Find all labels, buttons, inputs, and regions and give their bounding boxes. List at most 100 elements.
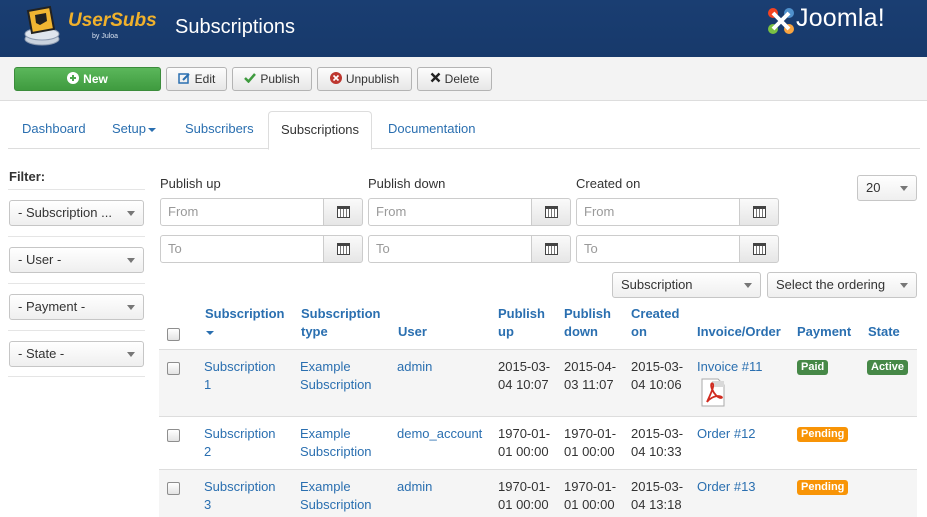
sort-field-select[interactable]: Subscription [612, 272, 761, 298]
column-header-subscription-label: Subscription [205, 306, 285, 321]
user-filter-select[interactable]: - User - [9, 247, 144, 273]
state-badge: Active [867, 360, 909, 375]
created-on-from-calendar-button[interactable] [739, 198, 779, 226]
row-checkbox[interactable] [167, 362, 180, 375]
user-link[interactable]: demo_account [397, 425, 482, 443]
publish-up-from-input[interactable]: From [160, 198, 324, 226]
tab-documentation-label: Documentation [388, 121, 476, 136]
publish-up-label: Publish up [160, 176, 221, 191]
delete-button[interactable]: Delete [417, 67, 492, 91]
divider [8, 283, 145, 284]
tab-dashboard[interactable]: Dashboard [10, 111, 98, 149]
publish-down-cell: 1970-01- 01 00:00 [564, 478, 616, 514]
publish-up-cell: 1970-01- 01 00:00 [498, 425, 550, 461]
publish-button[interactable]: Publish [232, 67, 312, 91]
publish-up-to-calendar-button[interactable] [323, 235, 363, 263]
column-header-invoice-order[interactable]: Invoice/Order [697, 323, 781, 341]
new-button[interactable]: New [14, 67, 161, 91]
calendar-icon [336, 243, 350, 255]
payment-filter-value: - Payment - [18, 299, 86, 314]
created-on-date: 2015-03- [631, 426, 684, 441]
order-link[interactable]: Order #13 [697, 478, 756, 496]
select-all-checkbox[interactable] [167, 328, 180, 341]
table-divider [159, 416, 917, 417]
subscription-type-line2: Subscription [300, 377, 372, 392]
column-header-publish-down[interactable]: Publish down [564, 305, 619, 341]
subscription-filter-select[interactable]: - Subscription ... [9, 200, 144, 226]
state-filter-select[interactable]: - State - [9, 341, 144, 367]
publish-up-cell: 1970-01- 01 00:00 [498, 478, 550, 514]
subscription-filter-value: - Subscription ... [18, 205, 112, 220]
user-link[interactable]: admin [397, 358, 432, 376]
close-icon [430, 72, 441, 86]
list-limit-value: 20 [866, 180, 881, 195]
tab-subscribers[interactable]: Subscribers [173, 111, 266, 149]
column-header-state[interactable]: State [868, 323, 900, 341]
column-header-subscription-type[interactable]: Subscription type [301, 305, 391, 341]
created-on-to-calendar-button[interactable] [739, 235, 779, 263]
subscription-type-link[interactable]: Example Subscription [300, 358, 372, 394]
subscription-type-link[interactable]: Example Subscription [300, 478, 372, 514]
delete-button-label: Delete [444, 72, 480, 86]
publish-down-cell: 1970-01- 01 00:00 [564, 425, 616, 461]
publish-up-to-input[interactable]: To [160, 235, 324, 263]
publish-up-date: 1970-01- [498, 426, 551, 441]
publish-down-time: 01 00:00 [564, 444, 615, 459]
row-checkbox[interactable] [167, 429, 180, 442]
column-header-payment[interactable]: Payment [797, 323, 851, 341]
column-header-subscription[interactable]: Subscription [205, 305, 284, 341]
tab-documentation[interactable]: Documentation [376, 111, 487, 149]
chevron-down-icon [900, 186, 908, 191]
list-limit-select[interactable]: 20 [857, 175, 917, 201]
column-header-created-on[interactable]: Created on [631, 305, 686, 341]
payment-filter-select[interactable]: - Payment - [9, 294, 144, 320]
subscription-type-line2: Subscription [300, 497, 372, 512]
publish-down-date: 2015-04- [564, 359, 617, 374]
pdf-icon[interactable] [700, 378, 726, 407]
publish-down-to-input[interactable]: To [368, 235, 532, 263]
subscription-name-line1: Subscription [204, 359, 276, 374]
subscription-name-line1: Subscription [204, 426, 276, 441]
edit-button[interactable]: Edit [166, 67, 227, 91]
created-on-cell: 2015-03- 04 10:33 [631, 425, 683, 461]
created-on-from-input[interactable]: From [576, 198, 740, 226]
publish-up-cell: 2015-03- 04 10:07 [498, 358, 550, 394]
payment-status-badge: Pending [797, 427, 849, 442]
subscription-type-line1: Example [300, 426, 351, 441]
publish-up-from-calendar-button[interactable] [323, 198, 363, 226]
column-header-publish-up[interactable]: Publish up [498, 305, 553, 341]
row-checkbox[interactable] [167, 482, 180, 495]
brand-name: UserSubs [68, 10, 157, 31]
subscription-link[interactable]: Subscription 2 [204, 425, 276, 461]
publish-down-cell: 2015-04- 03 11:07 [564, 358, 616, 394]
subscription-link[interactable]: Subscription 3 [204, 478, 276, 514]
ordering-select[interactable]: Select the ordering [767, 272, 917, 298]
unpublish-button-label: Unpublish [345, 72, 400, 86]
publish-down-from-calendar-button[interactable] [531, 198, 571, 226]
publish-down-date: 1970-01- [564, 426, 617, 441]
publish-down-to-calendar-button[interactable] [531, 235, 571, 263]
tab-dashboard-label: Dashboard [22, 121, 86, 136]
usersubs-logo-icon [24, 5, 60, 46]
chevron-down-icon [127, 305, 135, 310]
invoice-link[interactable]: Invoice #11 [697, 358, 763, 376]
sort-desc-icon [206, 330, 214, 335]
subscription-link[interactable]: Subscription 1 [204, 358, 276, 394]
order-link[interactable]: Order #12 [697, 425, 756, 443]
sort-field-value: Subscription [621, 277, 693, 292]
calendar-icon [544, 206, 558, 218]
created-on-time: 04 10:33 [631, 444, 682, 459]
user-link[interactable]: admin [397, 478, 432, 496]
unpublish-button[interactable]: Unpublish [317, 67, 412, 91]
publish-down-from-input[interactable]: From [368, 198, 532, 226]
page-title: Subscriptions [175, 16, 296, 38]
user-filter-value: - User - [18, 252, 62, 267]
ordering-value: Select the ordering [776, 277, 886, 292]
calendar-icon [752, 206, 766, 218]
created-on-to-input[interactable]: To [576, 235, 740, 263]
subscription-type-link[interactable]: Example Subscription [300, 425, 372, 461]
tab-setup[interactable]: Setup [100, 111, 168, 149]
tab-subscriptions[interactable]: Subscriptions [268, 111, 373, 150]
column-header-user[interactable]: User [398, 323, 427, 341]
filter-heading: Filter: [9, 169, 46, 184]
